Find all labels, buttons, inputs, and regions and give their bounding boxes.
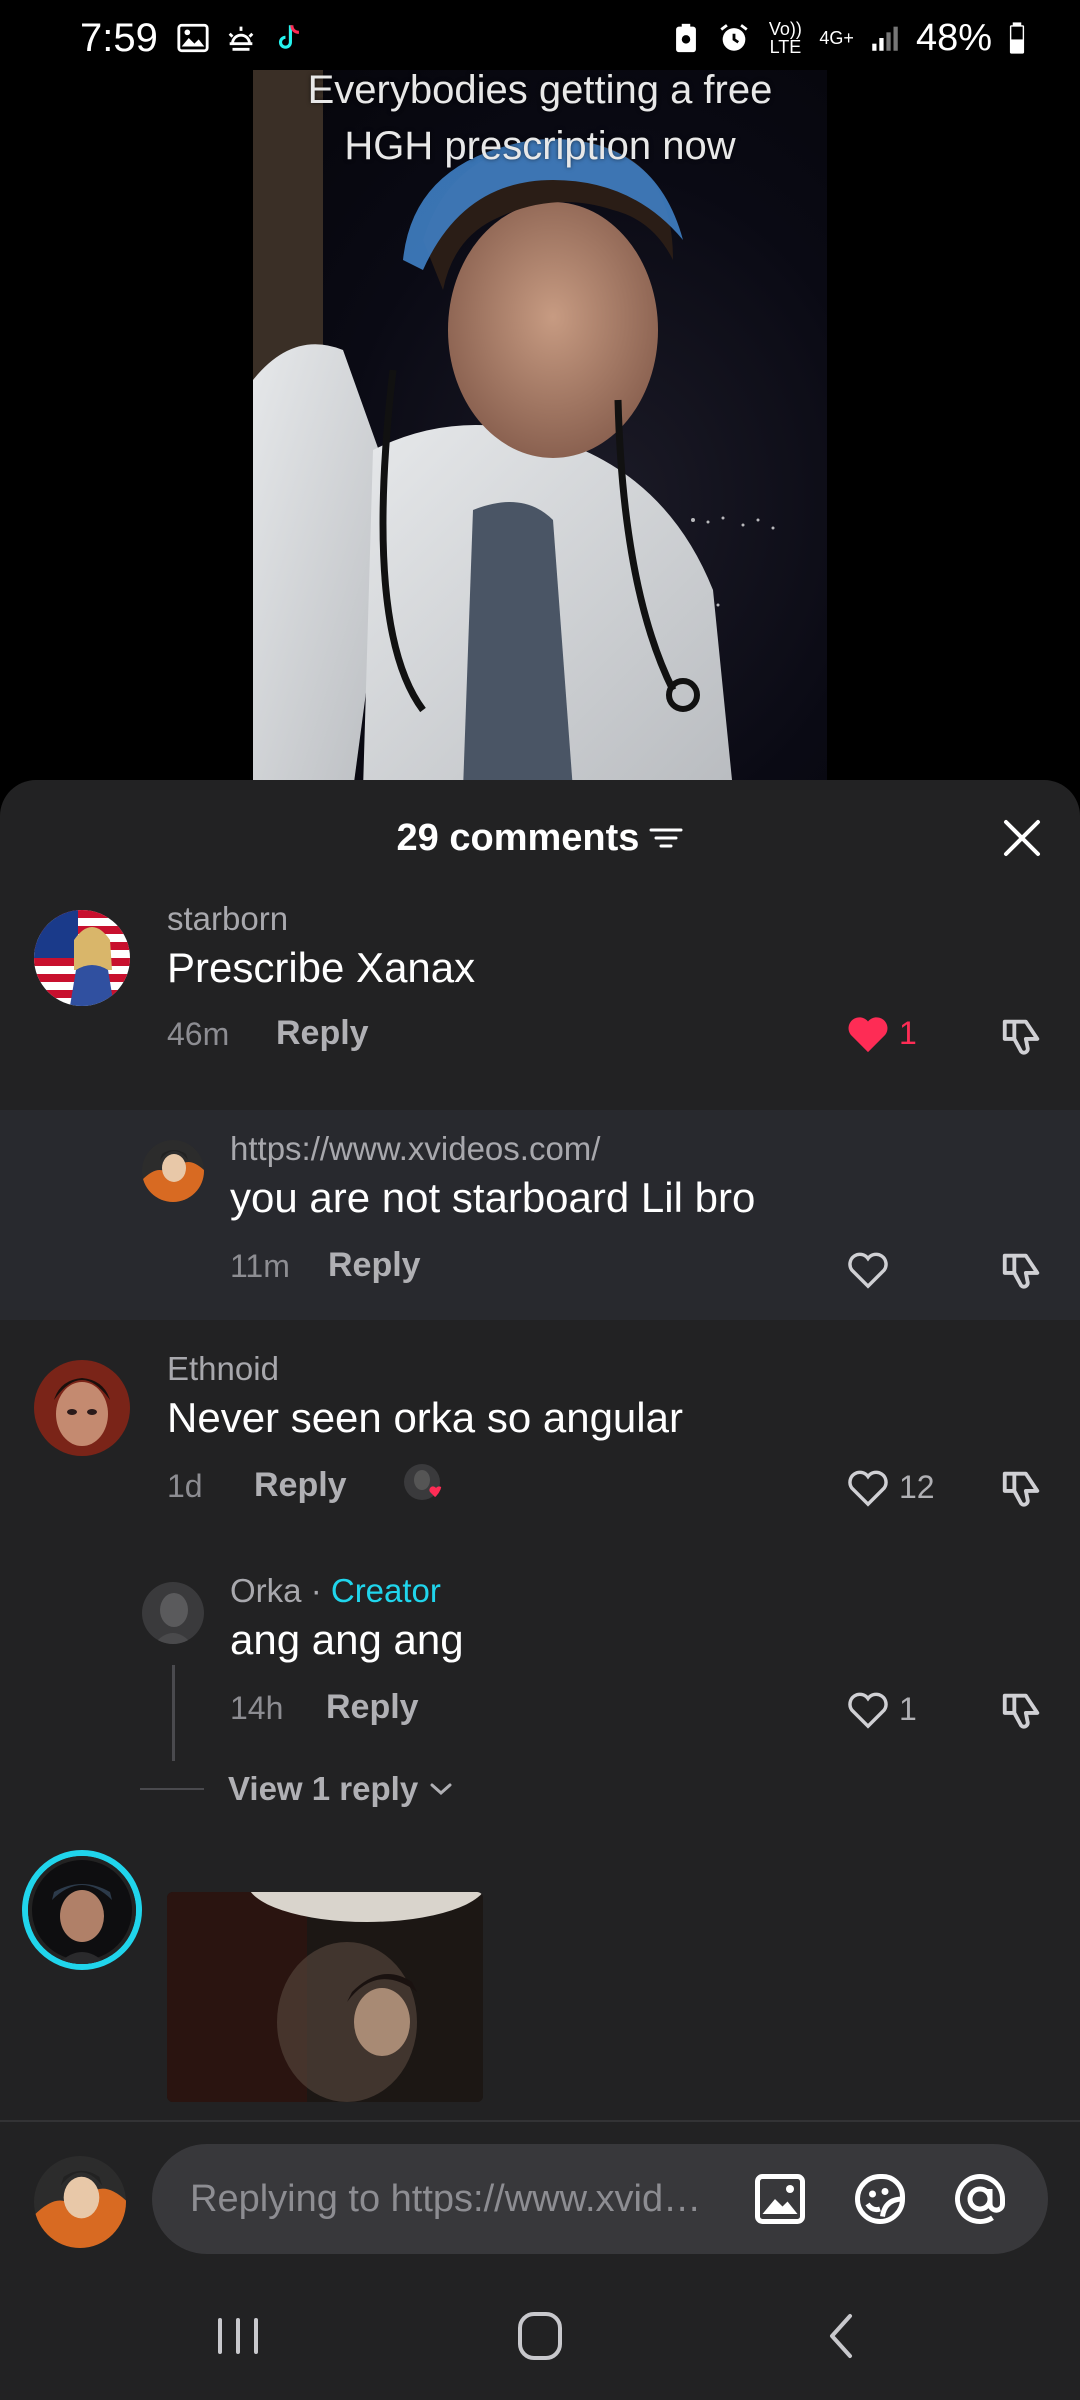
avatar-image	[28, 1856, 136, 1964]
comment-item: starborn Prescribe Xanax 46m Reply 1	[0, 880, 1080, 1090]
recent-apps-icon[interactable]	[208, 2308, 268, 2364]
comment-timestamp: 11m	[230, 1248, 290, 1284]
chevron-down-icon	[430, 1783, 452, 1796]
dislike-icon[interactable]	[998, 1466, 1046, 1512]
comment-text: you are not starboard Lil bro	[230, 1174, 756, 1221]
avatar-image	[34, 910, 130, 1006]
creator-label: Creator	[330, 1572, 441, 1609]
avatar[interactable]	[142, 1140, 204, 1202]
caption-line-2: HGH prescription now	[344, 124, 736, 168]
avatar-story-ring[interactable]	[22, 1850, 142, 1970]
battery-percent: 48%	[915, 16, 992, 59]
reply-item: Orka · Creator ang ang ang 14h Reply 1	[0, 1560, 1080, 1750]
comment-text: Prescribe Xanax	[167, 944, 476, 991]
avatar-image	[34, 1360, 130, 1456]
comment-timestamp: 1d	[167, 1468, 203, 1504]
network-label: 4G+	[819, 27, 854, 48]
volte-label: Vo)) LTE	[768, 19, 802, 57]
status-left-icons	[176, 21, 306, 55]
comment-input-placeholder: Replying to https://www.xvideos.com/	[190, 2177, 720, 2220]
reply-button[interactable]: Reply	[328, 1246, 421, 1285]
reply-button[interactable]: Reply	[326, 1688, 419, 1727]
tiktok-icon	[278, 25, 299, 49]
home-icon[interactable]	[510, 2308, 570, 2364]
video-caption: Everybodies getting a free HGH prescript…	[0, 62, 1080, 174]
comment-input-bar: Replying to https://www.xvideos.com/	[0, 2120, 1080, 2270]
status-time: 7:59	[80, 15, 158, 60]
username-separator: ·	[310, 1572, 322, 1609]
comment-image[interactable]	[167, 1892, 483, 2102]
creator-liked-badge	[402, 1462, 442, 1502]
signal-icon	[872, 26, 898, 51]
comment-input[interactable]: Replying to https://www.xvideos.com/	[152, 2144, 1048, 2254]
comment-username[interactable]: Orka	[230, 1572, 302, 1609]
like-button[interactable]: 1	[845, 1688, 917, 1730]
like-button[interactable]: 12	[845, 1466, 935, 1508]
weather-icon	[228, 26, 254, 51]
comment-username[interactable]: starborn	[167, 900, 288, 938]
video-thumbnail	[253, 70, 775, 790]
like-button[interactable]: 1	[845, 1012, 917, 1054]
like-button[interactable]	[845, 1248, 891, 1290]
comments-header: 29 comments	[0, 780, 1080, 896]
heart-filled-icon	[848, 1017, 888, 1053]
battery-saver-icon	[676, 23, 697, 53]
comment-username[interactable]: Ethnoid	[167, 1350, 279, 1388]
dislike-icon[interactable]	[998, 1688, 1046, 1734]
comment-text: Never seen orka so angular	[167, 1394, 683, 1441]
reply-button[interactable]: Reply	[254, 1466, 347, 1505]
comment-item: Ethnoid Never seen orka so angular 1d Re…	[0, 1340, 1080, 1550]
heart-outline-icon	[848, 1252, 888, 1289]
like-count: 1	[899, 1014, 917, 1051]
comment-username-row: Orka · Creator	[230, 1572, 441, 1610]
avatar[interactable]	[34, 1360, 130, 1456]
sticker-icon[interactable]	[850, 2169, 910, 2229]
alarm-icon	[720, 24, 749, 51]
divider	[140, 1788, 204, 1790]
thread-line	[172, 1665, 175, 1761]
comment-count: 29 comments	[396, 816, 640, 859]
avatar[interactable]	[34, 910, 130, 1006]
view-replies-label: View 1 reply	[228, 1770, 419, 1807]
avatar-image	[34, 2156, 126, 2248]
comment-photo	[167, 1892, 483, 2102]
like-count: 1	[899, 1690, 917, 1727]
system-nav-bar	[0, 2270, 1080, 2400]
comment-text: ang ang ang	[230, 1616, 464, 1663]
mention-icon[interactable]	[950, 2169, 1010, 2229]
comment-item	[0, 1850, 1080, 2150]
comment-timestamp: 46m	[167, 1016, 230, 1052]
video-frame[interactable]	[253, 70, 827, 790]
back-icon[interactable]	[812, 2308, 872, 2364]
reply-item-highlighted: https://www.xvideos.com/ you are not sta…	[0, 1110, 1080, 1320]
status-bar: 7:59 Vo)) LTE 4G+ 48%	[0, 0, 1080, 76]
heart-outline-icon	[848, 1692, 888, 1729]
like-count: 12	[899, 1468, 935, 1505]
dislike-icon[interactable]	[998, 1014, 1046, 1060]
dislike-icon[interactable]	[998, 1248, 1046, 1294]
comment-username[interactable]: https://www.xvideos.com/	[230, 1130, 600, 1168]
image-upload-icon[interactable]	[750, 2169, 810, 2229]
reply-button[interactable]: Reply	[276, 1014, 369, 1053]
avatar[interactable]	[142, 1582, 204, 1644]
close-icon[interactable]	[1000, 816, 1044, 860]
avatar-image	[142, 1140, 204, 1202]
heart-outline-icon	[848, 1470, 888, 1507]
creator-liked-icon	[404, 1464, 442, 1500]
avatar-image	[142, 1582, 204, 1644]
battery-icon	[1009, 22, 1025, 54]
my-avatar	[34, 2156, 126, 2248]
sort-filter-icon[interactable]	[649, 823, 683, 853]
view-replies-button[interactable]: View 1 reply	[140, 1770, 456, 1808]
status-right: Vo)) LTE 4G+ 48%	[669, 17, 1028, 60]
comment-timestamp: 14h	[230, 1690, 284, 1726]
gallery-icon	[177, 23, 209, 53]
